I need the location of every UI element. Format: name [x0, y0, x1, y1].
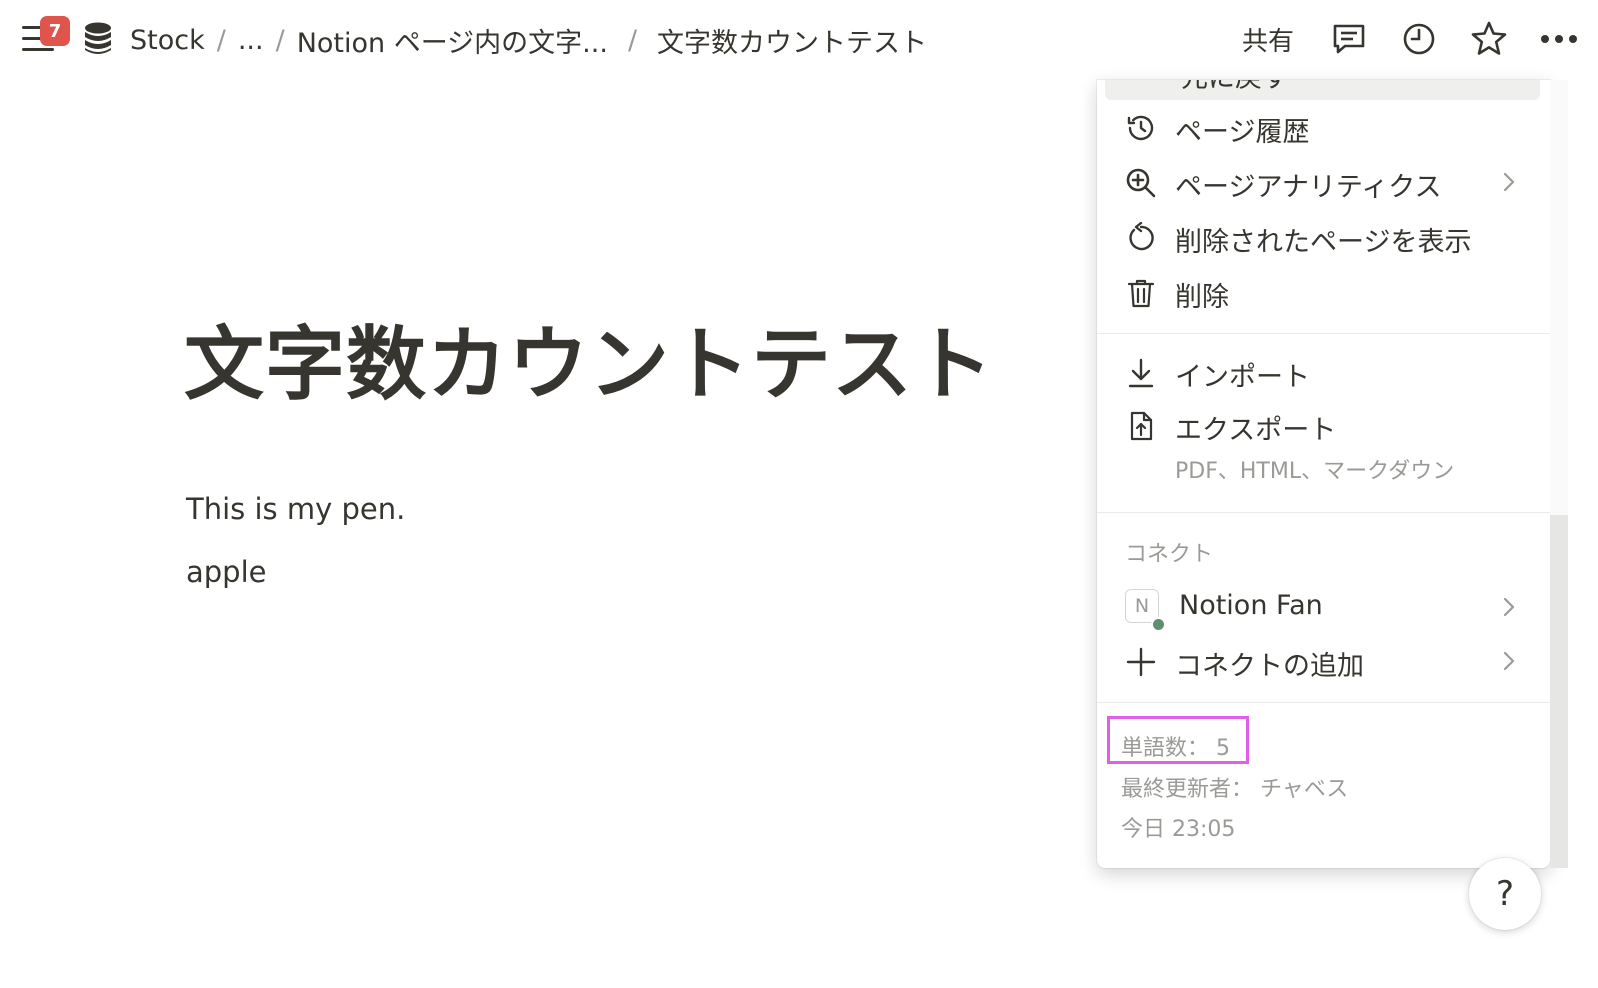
- breadcrumb-current[interactable]: 文字数カウントテスト: [657, 21, 927, 60]
- database-icon: [84, 22, 112, 60]
- breadcrumb-separator: /: [275, 24, 285, 56]
- word-count-highlight: [1107, 716, 1249, 764]
- comment-icon[interactable]: [1324, 14, 1374, 64]
- menu-item-page-analytics[interactable]: ページアナリティクス: [1097, 158, 1550, 208]
- menu-item-undo[interactable]: 元に戻す ⌘Z: [1105, 80, 1540, 100]
- menu-item-label: インポート: [1175, 362, 1310, 393]
- menu-divider: [1097, 512, 1550, 513]
- clock-icon[interactable]: [1394, 14, 1444, 64]
- restore-icon: [1125, 221, 1157, 254]
- share-button[interactable]: 共有: [1242, 21, 1294, 58]
- menu-item-label: ページアナリティクス: [1175, 172, 1442, 203]
- analytics-icon: [1125, 167, 1157, 199]
- sidebar-toggle-button[interactable]: 7: [18, 14, 74, 64]
- trash-icon: [1125, 277, 1157, 309]
- chevron-right-icon: [1502, 171, 1516, 197]
- export-file-icon: [1125, 410, 1157, 442]
- breadcrumb-workspace[interactable]: Stock: [130, 25, 205, 56]
- chevron-right-icon: [1502, 596, 1516, 622]
- menu-item-label: ページ履歴: [1175, 117, 1310, 148]
- section-label-connections: コネクト: [1125, 542, 1214, 567]
- menu-item-label: 削除されたページを表示: [1175, 227, 1472, 258]
- menu-item-label: エクスポート: [1175, 415, 1337, 446]
- breadcrumb-ellipsis[interactable]: ...: [238, 25, 264, 56]
- menu-item-show-deleted-pages[interactable]: 削除されたページを表示: [1097, 213, 1550, 263]
- help-button[interactable]: ?: [1469, 858, 1541, 930]
- last-edited-by: 最終更新者： チャベス: [1121, 777, 1349, 802]
- menu-item-connection-notion-fan[interactable]: N Notion Fan: [1097, 583, 1550, 633]
- plus-icon: [1125, 646, 1157, 678]
- menu-item-label: コネクトの追加: [1175, 651, 1364, 682]
- text-block[interactable]: apple: [186, 555, 267, 589]
- star-icon[interactable]: [1464, 14, 1514, 64]
- menu-item-export[interactable]: エクスポート PDF、HTML、マークダウン: [1097, 401, 1550, 491]
- top-actions: 共有: [1242, 14, 1598, 64]
- breadcrumb-separator: /: [216, 24, 226, 56]
- menu-item-label: 削除: [1175, 282, 1229, 313]
- breadcrumb-parent[interactable]: Notion ページ内の文字...: [297, 21, 608, 60]
- menu-item-import[interactable]: インポート: [1097, 348, 1550, 398]
- menu-item-add-connection[interactable]: コネクトの追加: [1097, 637, 1550, 687]
- menu-divider: [1097, 333, 1550, 334]
- history-icon: [1125, 112, 1157, 144]
- breadcrumb: Stock / ... / Notion ページ内の文字... / 文字数カウン…: [130, 18, 927, 62]
- breadcrumb-separator: /: [627, 24, 638, 56]
- menu-item-label: Notion Fan: [1179, 590, 1323, 621]
- status-dot: [1151, 617, 1166, 632]
- menu-item-delete[interactable]: 削除: [1097, 268, 1550, 318]
- text-block[interactable]: This is my pen.: [186, 492, 405, 526]
- more-icon[interactable]: [1534, 14, 1584, 64]
- page-title[interactable]: 文字数カウントテスト: [184, 300, 994, 416]
- top-bar: 7 Stock / ... / Notion ページ内の文字... / 文字数カ…: [0, 0, 1598, 80]
- menu-divider: [1097, 702, 1550, 703]
- menu-item-sublabel: PDF、HTML、マークダウン: [1175, 459, 1455, 484]
- last-edited-time: 今日 23:05: [1121, 817, 1236, 842]
- menu-scrollbar-thumb[interactable]: [1550, 515, 1568, 868]
- download-icon: [1125, 357, 1157, 389]
- chevron-right-icon: [1502, 650, 1516, 676]
- notification-badge: 7: [40, 16, 70, 46]
- menu-item-page-history[interactable]: ページ履歴: [1097, 103, 1550, 153]
- menu-item-label: 元に戻す: [1181, 80, 1289, 95]
